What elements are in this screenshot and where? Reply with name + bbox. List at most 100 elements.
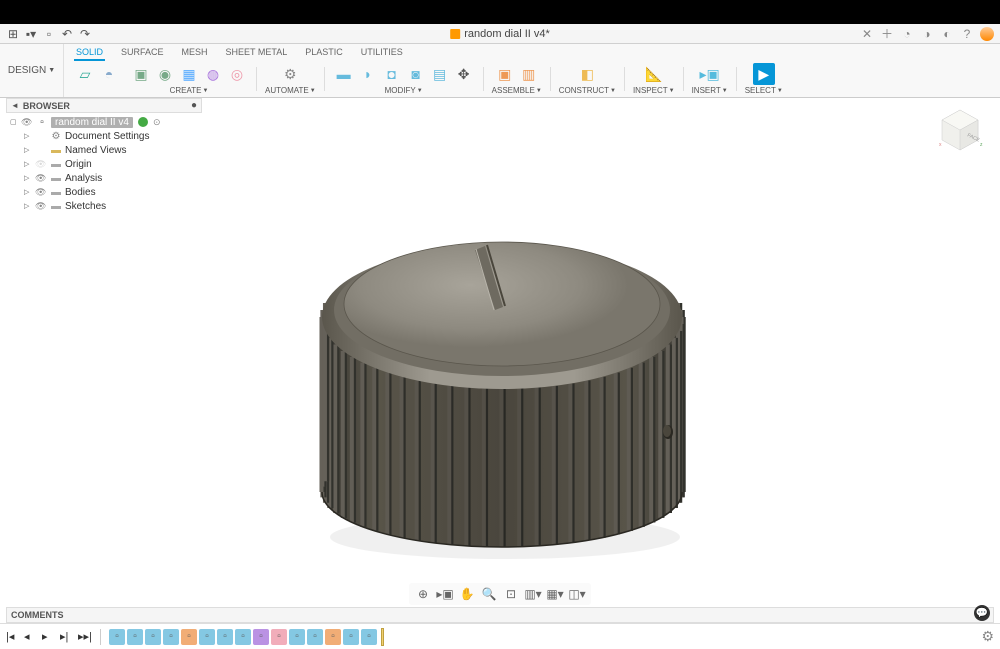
tab-surface[interactable]: SURFACE <box>119 46 166 61</box>
move-icon[interactable]: ✥ <box>453 63 475 85</box>
quick-access-toolbar: ⊞ ▪▾ ▫ ↶ ↷ <box>0 27 98 41</box>
workspace-switcher[interactable]: DESIGN▼ <box>0 44 64 97</box>
timeline-first-icon[interactable]: |◂ <box>6 630 20 643</box>
extensions-icon[interactable]: ◔ <box>900 27 914 41</box>
look-icon[interactable]: ▸▣ <box>437 586 453 602</box>
measure-icon[interactable]: 📐 <box>643 63 665 85</box>
new-sketch-icon[interactable]: ▱ <box>74 63 96 85</box>
insert-group: ▸▣ INSERT▼ <box>688 63 732 95</box>
notification-icon[interactable]: ◑ <box>920 27 934 41</box>
tab-close-icon[interactable]: ✕ <box>860 27 874 41</box>
timeline-settings-icon[interactable]: ⚙ <box>981 628 994 645</box>
cylinder-icon[interactable]: ◉ <box>154 63 176 85</box>
timeline-prev-icon[interactable]: ◂ <box>24 630 38 643</box>
inspect-group: 📐 INSPECT▼ <box>629 63 679 95</box>
tab-sheetmetal[interactable]: SHEET METAL <box>224 46 290 61</box>
timeline-feature-8[interactable]: ▫ <box>253 629 269 645</box>
zoom-icon[interactable]: 🔍 <box>481 586 497 602</box>
collapse-arrow-icon[interactable]: ◄ <box>11 101 19 110</box>
tree-item-analysis[interactable]: ▷👁▬Analysis <box>6 171 202 185</box>
undo-icon[interactable]: ↶ <box>60 27 74 41</box>
insert-icon[interactable]: ▸▣ <box>699 63 721 85</box>
comments-panel-header[interactable]: COMMENTS ● <box>6 607 994 623</box>
viewport-navigation-bar: ⊕ ▸▣ ✋ 🔍 ⊡ ▥▾ ▦▾ ◫▾ <box>409 583 591 605</box>
job-status-icon[interactable]: ◐ <box>940 27 954 41</box>
timeline-feature-2[interactable]: ▫ <box>145 629 161 645</box>
document-tab[interactable]: random dial II v4* <box>450 28 550 40</box>
browser-header[interactable]: ◄ BROWSER ● <box>6 98 202 113</box>
create-group: ▣ ◉ ▦ ◍ ◎ CREATE▼ <box>126 63 252 95</box>
grid-icon[interactable]: ▦▾ <box>547 586 563 602</box>
fit-icon[interactable]: ⊡ <box>503 586 519 602</box>
revolve-icon[interactable]: ◍ <box>202 63 224 85</box>
timeline-next-icon[interactable]: ▸| <box>60 630 74 643</box>
saved-badge-icon <box>138 117 148 127</box>
timeline-feature-12[interactable]: ▫ <box>325 629 341 645</box>
tab-utilities[interactable]: UTILITIES <box>359 46 405 61</box>
timeline-feature-6[interactable]: ▫ <box>217 629 233 645</box>
tree-item-namedviews[interactable]: ▷▬Named Views <box>6 143 202 157</box>
viewports-icon[interactable]: ◫▾ <box>569 586 585 602</box>
viewport[interactable]: ◄ BROWSER ● ▢👁 ▫ random dial II v4 ⊙ ▷⚙D… <box>0 98 1000 605</box>
redo-icon[interactable]: ↷ <box>78 27 92 41</box>
shell-icon[interactable]: ◘ <box>381 63 403 85</box>
form-icon[interactable]: ◓ <box>98 63 120 85</box>
save-icon[interactable]: ▫ <box>42 27 56 41</box>
browser-title: BROWSER <box>23 101 191 111</box>
tab-mesh[interactable]: MESH <box>180 46 210 61</box>
timeline-feature-13[interactable]: ▫ <box>343 629 359 645</box>
component-icon: ▫ <box>36 117 48 127</box>
options-icon[interactable]: ⊙ <box>153 117 161 128</box>
tree-item-bodies[interactable]: ▷👁▬Bodies <box>6 185 202 199</box>
construct-group: ◧ CONSTRUCT▼ <box>555 63 620 95</box>
tree-root[interactable]: ▢👁 ▫ random dial II v4 ⊙ <box>6 115 202 129</box>
joint2-icon[interactable]: ▥ <box>518 63 540 85</box>
tree-item-sketches[interactable]: ▷👁▬Sketches <box>6 199 202 213</box>
tree-item-docsettings[interactable]: ▷⚙Document Settings <box>6 129 202 143</box>
split-icon[interactable]: ▤ <box>429 63 451 85</box>
pin-icon[interactable]: ● <box>191 100 197 111</box>
tree-item-origin[interactable]: ▷👁▬Origin <box>6 157 202 171</box>
timeline-feature-11[interactable]: ▫ <box>307 629 323 645</box>
timeline-play-icon[interactable]: ▸ <box>42 630 56 643</box>
timeline-marker[interactable] <box>381 628 384 646</box>
timeline-feature-9[interactable]: ▫ <box>271 629 287 645</box>
emboss-icon[interactable]: ◎ <box>226 63 248 85</box>
timeline-feature-5[interactable]: ▫ <box>199 629 215 645</box>
pan-icon[interactable]: ✋ <box>459 586 475 602</box>
tab-solid[interactable]: SOLID <box>74 46 105 61</box>
display-icon[interactable]: ▥▾ <box>525 586 541 602</box>
feedback-icon[interactable]: 💬 <box>974 605 990 621</box>
select-icon[interactable]: ▶ <box>753 63 775 85</box>
timeline-feature-0[interactable]: ▫ <box>109 629 125 645</box>
browser-panel: ◄ BROWSER ● ▢👁 ▫ random dial II v4 ⊙ ▷⚙D… <box>6 98 202 215</box>
tab-plastic[interactable]: PLASTIC <box>303 46 345 61</box>
data-panel-icon[interactable]: ⊞ <box>6 27 20 41</box>
ribbon-tabs: SOLID SURFACE MESH SHEET METAL PLASTIC U… <box>64 44 1000 61</box>
timeline-feature-4[interactable]: ▫ <box>181 629 197 645</box>
fillet-icon[interactable]: ◗ <box>357 63 379 85</box>
timeline-last-icon[interactable]: ▸▸| <box>78 630 92 643</box>
presspull-icon[interactable]: ▬ <box>333 63 355 85</box>
combine-icon[interactable]: ◙ <box>405 63 427 85</box>
timeline-feature-10[interactable]: ▫ <box>289 629 305 645</box>
svg-text:z: z <box>980 142 983 148</box>
timeline-feature-3[interactable]: ▫ <box>163 629 179 645</box>
joint-icon[interactable]: ▣ <box>494 63 516 85</box>
timeline-feature-7[interactable]: ▫ <box>235 629 251 645</box>
orbit-icon[interactable]: ⊕ <box>415 586 431 602</box>
help-icon[interactable]: ? <box>960 27 974 41</box>
timeline-feature-1[interactable]: ▫ <box>127 629 143 645</box>
box-icon[interactable]: ▣ <box>130 63 152 85</box>
fusion-file-icon <box>450 29 460 39</box>
user-avatar[interactable] <box>980 27 994 41</box>
automate-icon[interactable]: ⚙ <box>279 63 301 85</box>
view-cube[interactable]: FACE x z <box>936 106 984 154</box>
plane-icon[interactable]: ◧ <box>576 63 598 85</box>
model-render[interactable] <box>280 142 720 582</box>
select-group: ▶ SELECT▼ <box>741 63 787 95</box>
file-menu-icon[interactable]: ▪▾ <box>24 27 38 41</box>
new-tab-icon[interactable]: ＋ <box>880 27 894 41</box>
extrude-icon[interactable]: ▦ <box>178 63 200 85</box>
timeline-feature-14[interactable]: ▫ <box>361 629 377 645</box>
